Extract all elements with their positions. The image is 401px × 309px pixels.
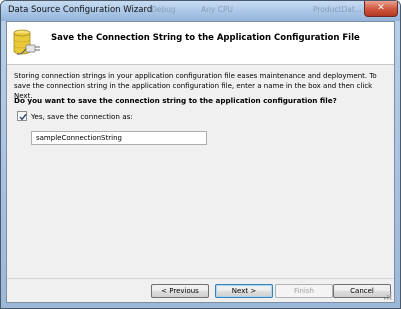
connection-name-input[interactable]: sampleConnectionString bbox=[31, 131, 207, 145]
close-icon: ✕ bbox=[377, 3, 385, 13]
window-title: Data Source Configuration Wizard bbox=[8, 5, 153, 15]
resize-grip-icon[interactable] bbox=[384, 292, 392, 300]
footer-divider bbox=[7, 278, 394, 279]
wizard-body: Storing connection strings in your appli… bbox=[7, 65, 394, 277]
previous-button[interactable]: < Previous bbox=[151, 284, 209, 298]
finish-button[interactable]: Finish bbox=[275, 284, 333, 298]
background-tab-cpu: Any CPU bbox=[201, 5, 233, 14]
question-label: Do you want to save the connection strin… bbox=[14, 96, 337, 105]
close-button[interactable]: ✕ bbox=[364, 1, 398, 17]
database-connection-icon bbox=[13, 29, 40, 55]
wizard-window: Data Source Configuration Wizard Debug A… bbox=[0, 0, 401, 309]
checkmark-icon bbox=[19, 113, 27, 121]
wizard-header: Save the Connection String to the Applic… bbox=[7, 22, 394, 65]
title-bar[interactable]: Data Source Configuration Wizard Debug A… bbox=[1, 1, 400, 21]
background-tab-productdata: ProductDat... bbox=[313, 5, 362, 14]
wizard-client-area: Save the Connection String to the Applic… bbox=[6, 21, 395, 303]
save-connection-label[interactable]: Yes, save the connection as: bbox=[31, 112, 133, 121]
cancel-button[interactable]: Cancel bbox=[333, 284, 391, 298]
page-title: Save the Connection String to the Applic… bbox=[51, 33, 360, 43]
next-button[interactable]: Next > bbox=[215, 284, 273, 298]
save-connection-checkbox[interactable] bbox=[17, 111, 27, 121]
background-tab-debug: Debug bbox=[151, 5, 176, 14]
